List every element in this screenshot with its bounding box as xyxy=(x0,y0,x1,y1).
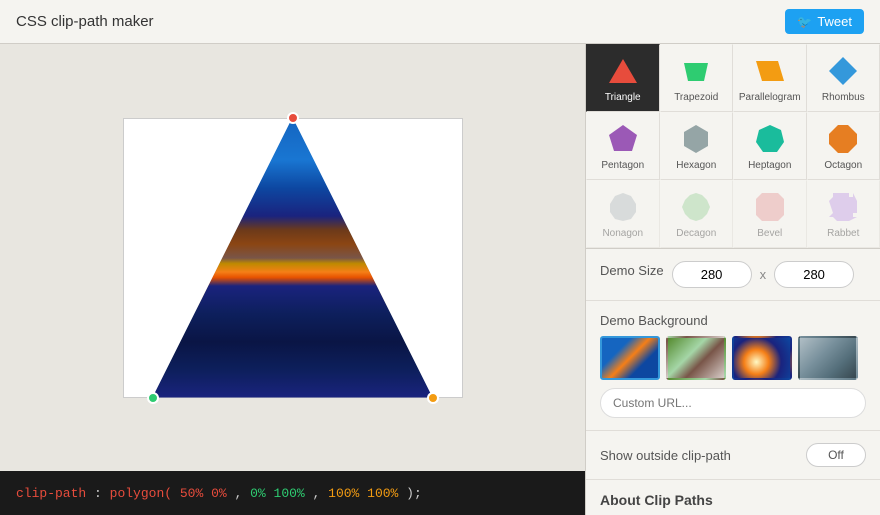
heptagon-icon xyxy=(752,121,788,157)
parallelogram-icon xyxy=(752,53,788,89)
shape-item-heptagon[interactable]: Heptagon xyxy=(733,112,807,180)
show-outside-toggle[interactable]: Off xyxy=(806,443,866,467)
size-separator: x xyxy=(760,267,767,282)
demo-size-section: Demo Size x xyxy=(586,249,880,301)
page-title: CSS clip-path maker xyxy=(16,13,154,30)
demo-size-label: Demo Size xyxy=(600,263,664,278)
decagon-icon xyxy=(678,189,714,225)
shape-item-trapezoid[interactable]: Trapezoid xyxy=(660,44,734,112)
hexagon-icon xyxy=(678,121,714,157)
bg-thumb-3[interactable] xyxy=(732,336,792,380)
control-point-bottom-left[interactable] xyxy=(147,392,159,404)
bg-thumb-2[interactable] xyxy=(666,336,726,380)
pentagon-icon xyxy=(605,121,641,157)
triangle-icon xyxy=(605,53,641,89)
shape-item-hexagon[interactable]: Hexagon xyxy=(660,112,734,180)
shape-item-pentagon[interactable]: Pentagon xyxy=(586,112,660,180)
bg-thumb-1[interactable] xyxy=(600,336,660,380)
shape-item-rhombus[interactable]: Rhombus xyxy=(807,44,880,112)
shape-label-bevel: Bevel xyxy=(757,228,782,239)
shape-item-triangle[interactable]: Triangle xyxy=(586,44,660,112)
canvas-container xyxy=(123,118,463,398)
shape-item-octagon[interactable]: Octagon xyxy=(807,112,880,180)
nonagon-icon xyxy=(605,189,641,225)
shape-label-trapezoid: Trapezoid xyxy=(674,92,718,103)
octagon-icon xyxy=(825,121,861,157)
shape-item-nonagon: Nonagon xyxy=(586,180,660,248)
rabbet-icon xyxy=(825,189,861,225)
shape-label-rhombus: Rhombus xyxy=(822,92,865,103)
background-thumbnails xyxy=(600,336,866,380)
shape-label-rabbet: Rabbet xyxy=(827,228,859,239)
rhombus-icon xyxy=(825,53,861,89)
control-point-bottom-right[interactable] xyxy=(427,392,439,404)
clip-image xyxy=(153,118,433,398)
tweet-button[interactable]: Tweet xyxy=(785,9,864,34)
shape-item-parallelogram[interactable]: Parallelogram xyxy=(733,44,807,112)
shape-label-pentagon: Pentagon xyxy=(601,160,644,171)
shape-grid: Triangle Trapezoid Parallelogram xyxy=(586,44,880,249)
show-outside-label: Show outside clip-path xyxy=(600,448,731,463)
bridge-scene xyxy=(153,118,433,398)
main-layout: clip-path : polygon( 50% 0% , 0% 100% , … xyxy=(0,44,880,515)
shape-label-octagon: Octagon xyxy=(824,160,862,171)
about-title: About Clip Paths xyxy=(600,492,866,508)
bg-thumb-4[interactable] xyxy=(798,336,858,380)
code-output-bar: clip-path : polygon( 50% 0% , 0% 100% , … xyxy=(0,471,585,515)
demo-background-section: Demo Background xyxy=(586,301,880,431)
clip-demo xyxy=(153,118,433,398)
code-property: clip-path : polygon( 50% 0% , 0% 100% , … xyxy=(16,486,422,501)
height-input[interactable] xyxy=(774,261,854,288)
control-point-top[interactable] xyxy=(287,112,299,124)
size-row: Demo Size x xyxy=(600,261,866,288)
width-input[interactable] xyxy=(672,261,752,288)
canvas-area xyxy=(0,44,585,471)
right-panel: Triangle Trapezoid Parallelogram xyxy=(585,44,880,515)
shape-label-nonagon: Nonagon xyxy=(602,228,643,239)
header: CSS clip-path maker Tweet xyxy=(0,0,880,44)
shape-label-parallelogram: Parallelogram xyxy=(739,92,801,103)
shape-item-decagon: Decagon xyxy=(660,180,734,248)
shape-label-heptagon: Heptagon xyxy=(748,160,791,171)
custom-url-input[interactable] xyxy=(600,388,866,418)
show-outside-row: Show outside clip-path Off xyxy=(586,431,880,480)
shape-item-rabbet: Rabbet xyxy=(807,180,880,248)
about-section: About Clip Paths The clip-path property … xyxy=(586,480,880,515)
shape-label-hexagon: Hexagon xyxy=(676,160,716,171)
shape-label-decagon: Decagon xyxy=(676,228,716,239)
shape-label-triangle: Triangle xyxy=(605,92,641,103)
demo-background-label: Demo Background xyxy=(600,313,866,328)
trapezoid-icon xyxy=(678,53,714,89)
bevel-icon xyxy=(752,189,788,225)
left-panel: clip-path : polygon( 50% 0% , 0% 100% , … xyxy=(0,44,585,515)
shape-item-bevel: Bevel xyxy=(733,180,807,248)
